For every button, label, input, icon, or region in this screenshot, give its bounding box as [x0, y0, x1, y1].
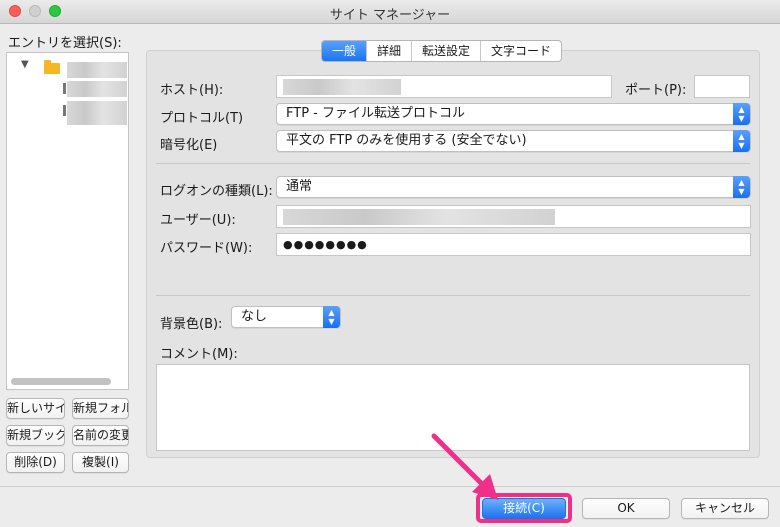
tab-charset[interactable]: 文字コード: [481, 41, 561, 61]
protocol-value: FTP - ファイル転送プロトコル: [286, 106, 465, 121]
comment-label: コメント(M):: [160, 347, 238, 362]
settings-tabs: 一般 詳細 転送設定 文字コード: [321, 40, 563, 62]
window-title: サイト マネージャー: [329, 8, 451, 23]
ok-button[interactable]: OK: [582, 498, 670, 519]
user-field[interactable]: [276, 205, 751, 228]
logon-type-select[interactable]: 通常 ▲ ▼: [276, 176, 751, 198]
title-bar: サイト マネージャー: [0, 0, 780, 24]
section-divider: [156, 295, 750, 296]
redacted-site-entry[interactable]: [67, 101, 127, 125]
new-bookmark-button[interactable]: 新規ブックマーク: [6, 425, 65, 446]
section-divider: [156, 163, 750, 164]
horizontal-scrollbar[interactable]: [11, 378, 111, 385]
select-arrows-icon: ▲ ▼: [323, 306, 340, 328]
footer-divider: [0, 486, 780, 487]
tab-advanced[interactable]: 詳細: [367, 41, 413, 61]
bgcolor-value: なし: [241, 309, 268, 324]
site-icon: [63, 105, 66, 116]
rename-button[interactable]: 名前の変更: [72, 425, 129, 446]
select-arrows-icon: ▲ ▼: [733, 130, 750, 152]
password-label: パスワード(W):: [160, 241, 253, 256]
encryption-label: 暗号化(E): [160, 138, 218, 153]
encryption-select[interactable]: 平文の FTP のみを使用する (安全でない) ▲ ▼: [276, 130, 751, 152]
redacted-host-value: [283, 79, 401, 95]
redacted-folder-name[interactable]: [67, 62, 127, 78]
protocol-select[interactable]: FTP - ファイル転送プロトコル ▲ ▼: [276, 103, 751, 125]
encryption-value: 平文の FTP のみを使用する (安全でない): [286, 133, 527, 148]
password-field[interactable]: ●●●●●●●●: [276, 233, 751, 256]
redacted-user-value: [283, 209, 555, 225]
duplicate-button[interactable]: 複製(I): [72, 452, 129, 473]
logon-type-value: 通常: [286, 179, 313, 194]
bgcolor-label: 背景色(B):: [160, 317, 223, 332]
select-arrows-icon: ▲ ▼: [733, 103, 750, 125]
logon-type-label: ログオンの種類(L):: [160, 184, 273, 199]
site-icon: [63, 83, 66, 94]
disclosure-triangle-icon[interactable]: ▼: [21, 59, 29, 70]
tab-transfer-settings[interactable]: 転送設定: [412, 41, 482, 61]
tab-general[interactable]: 一般: [322, 41, 368, 61]
protocol-label: プロトコル(T): [160, 111, 244, 126]
new-site-button[interactable]: 新しいサイト: [6, 398, 65, 419]
host-label: ホスト(H):: [160, 83, 224, 98]
select-arrows-icon: ▲ ▼: [733, 176, 750, 198]
pointer-arrow-icon: [431, 433, 498, 500]
bgcolor-select[interactable]: なし ▲ ▼: [231, 306, 341, 328]
new-folder-button[interactable]: 新規フォルダ: [72, 398, 129, 419]
port-label: ポート(P):: [625, 83, 687, 98]
delete-button[interactable]: 削除(D): [6, 452, 65, 473]
host-field[interactable]: [276, 75, 612, 98]
port-field[interactable]: [694, 75, 750, 98]
user-label: ユーザー(U):: [160, 213, 236, 228]
entry-select-label: エントリを選択(S):: [8, 36, 122, 51]
redacted-site-entry[interactable]: [67, 81, 127, 97]
folder-icon: [44, 60, 60, 74]
cancel-button[interactable]: キャンセル: [681, 498, 769, 519]
site-tree[interactable]: ▼: [6, 52, 129, 390]
